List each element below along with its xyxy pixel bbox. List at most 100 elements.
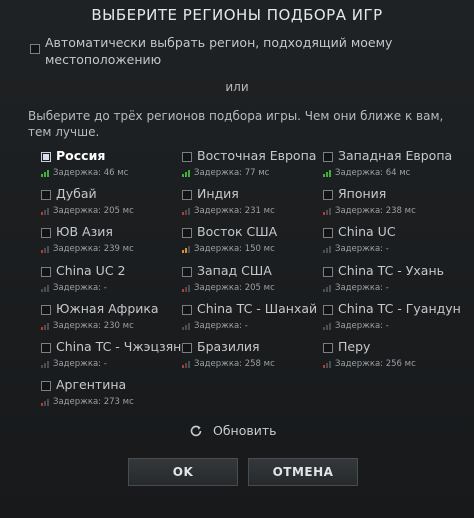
region-checkbox[interactable]	[41, 304, 51, 315]
region-latency: Задержка: 231 мс	[194, 206, 275, 217]
signal-strength-icon	[323, 246, 333, 254]
signal-strength-icon	[182, 208, 192, 216]
region-checkbox[interactable]	[323, 152, 333, 162]
ok-button[interactable]: OK	[128, 458, 238, 486]
region-latency: Задержка: 205 мс	[194, 282, 275, 293]
region-latency: Задержка: 205 мс	[53, 206, 134, 217]
region-latency: Задержка: 258 мс	[194, 359, 275, 369]
region-name: Бразилия	[197, 339, 260, 354]
region-name: ЮВ Азия	[56, 224, 113, 240]
region-item[interactable]: China UC Задержка: -	[323, 224, 461, 260]
signal-strength-icon	[182, 246, 192, 254]
region-checkbox[interactable]	[41, 152, 51, 162]
region-name: China UC 2	[56, 262, 126, 278]
region-item[interactable]: China UC 2 Задержка: -	[41, 263, 179, 299]
signal-strength-icon	[41, 361, 51, 368]
signal-strength-icon	[182, 170, 192, 177]
signal-strength-icon	[323, 208, 333, 216]
signal-strength-icon	[323, 170, 333, 177]
cancel-button[interactable]: ОТМЕНА	[248, 458, 358, 486]
signal-strength-icon	[41, 322, 51, 330]
signal-strength-icon	[323, 322, 333, 330]
region-item[interactable]: ЮВ Азия Задержка: 239 мс	[41, 224, 179, 260]
region-latency: Задержка: -	[53, 359, 107, 369]
dialog-title: ВЫБЕРИТЕ РЕГИОНЫ ПОДБОРА ИГР	[91, 6, 383, 24]
region-name: Запад США	[197, 262, 272, 278]
region-item[interactable]: China TC - Чжэцзян Задержка: -	[41, 339, 182, 375]
signal-strength-icon	[41, 246, 51, 254]
region-select-dialog: ВЫБЕРИТЕ РЕГИОНЫ ПОДБОРА ИГР Автоматичес…	[0, 0, 474, 518]
region-item[interactable]: Индия Задержка: 231 мс	[182, 186, 320, 222]
region-item[interactable]: Россия Задержка: 46 мс	[41, 148, 179, 184]
region-latency: Задержка: 77 мс	[194, 168, 270, 178]
region-latency: Задержка: 256 мс	[335, 359, 416, 369]
region-latency: Задержка: -	[53, 282, 107, 293]
region-latency: Задержка: -	[335, 320, 389, 331]
region-checkbox[interactable]	[41, 228, 51, 239]
region-name: China TC - Ухань	[338, 262, 444, 278]
region-item[interactable]: Перу Задержка: 256 мс	[323, 339, 461, 375]
region-checkbox[interactable]	[41, 190, 51, 201]
region-latency: Задержка: 46 мс	[53, 168, 129, 178]
region-item[interactable]: Япония Задержка: 238 мс	[323, 186, 461, 222]
instruction-text: Выберите до трёх регионов подбора игры. …	[28, 109, 444, 139]
region-checkbox[interactable]	[182, 343, 192, 353]
region-item[interactable]: Западная Европа Задержка: 64 мс	[323, 148, 461, 184]
auto-select-label[interactable]: Автоматически выбрать регион, подходящий…	[45, 34, 465, 68]
region-item[interactable]: Аргентина Задержка: 273 мс	[41, 377, 179, 413]
region-item[interactable]: China TC - Шанхай Задержка: -	[182, 301, 320, 337]
region-latency: Задержка: 230 мс	[53, 320, 134, 331]
region-name: Россия	[56, 148, 106, 163]
region-item[interactable]: Восток США Задержка: 150 мс	[182, 224, 320, 260]
region-name: Япония	[338, 186, 387, 202]
region-item[interactable]: Дубай Задержка: 205 мс	[41, 186, 179, 222]
region-latency: Задержка: 150 мс	[194, 244, 275, 255]
auto-select-checkbox[interactable]	[30, 44, 40, 54]
region-checkbox[interactable]	[41, 381, 51, 392]
region-checkbox[interactable]	[182, 266, 192, 277]
region-name: China TC - Чжэцзян	[56, 339, 182, 354]
refresh-label: Обновить	[213, 423, 277, 438]
signal-strength-icon	[323, 361, 333, 368]
region-item[interactable]: Южная Африка Задержка: 230 мс	[41, 301, 179, 337]
refresh-icon	[190, 425, 202, 437]
region-item[interactable]: China TC - Гуандун Задержка: -	[323, 301, 461, 337]
signal-strength-icon	[182, 322, 192, 330]
region-name: Западная Европа	[338, 148, 453, 163]
region-checkbox[interactable]	[323, 266, 333, 277]
signal-strength-icon	[41, 284, 51, 292]
region-checkbox[interactable]	[182, 228, 192, 239]
signal-strength-icon	[323, 284, 333, 292]
region-latency: Задержка: 238 мс	[335, 206, 416, 217]
region-name: Индия	[197, 186, 239, 202]
region-name: China TC - Шанхай	[197, 300, 318, 316]
region-checkbox[interactable]	[323, 304, 333, 315]
signal-strength-icon	[41, 399, 51, 407]
region-name: China TC - Гуандун	[338, 300, 461, 316]
signal-strength-icon	[182, 361, 192, 368]
region-checkbox[interactable]	[323, 343, 333, 353]
region-item[interactable]: Бразилия Задержка: 258 мс	[182, 339, 320, 375]
region-latency: Задержка: 273 мс	[53, 397, 134, 408]
region-checkbox[interactable]	[41, 343, 51, 353]
region-latency: Задержка: -	[335, 244, 389, 255]
region-item[interactable]: Запад США Задержка: 205 мс	[182, 263, 320, 299]
region-checkbox[interactable]	[323, 190, 333, 201]
region-latency: Задержка: 239 мс	[53, 244, 134, 255]
signal-strength-icon	[41, 208, 51, 216]
region-checkbox[interactable]	[41, 266, 51, 277]
region-latency: Задержка: -	[335, 282, 389, 293]
region-name: Аргентина	[56, 377, 127, 393]
region-item[interactable]: China TC - Ухань Задержка: -	[323, 263, 461, 299]
region-checkbox[interactable]	[182, 304, 192, 315]
region-latency: Задержка: -	[194, 320, 248, 331]
region-checkbox[interactable]	[182, 152, 192, 162]
region-name: Дубай	[56, 186, 97, 202]
or-separator: или	[225, 80, 249, 94]
region-checkbox[interactable]	[323, 228, 333, 239]
region-name: Восток США	[197, 224, 278, 240]
region-item[interactable]: Восточная Европа Задержка: 77 мс	[182, 148, 320, 184]
region-name: Перу	[338, 339, 371, 354]
region-checkbox[interactable]	[182, 190, 192, 201]
region-name: China UC	[338, 224, 396, 240]
